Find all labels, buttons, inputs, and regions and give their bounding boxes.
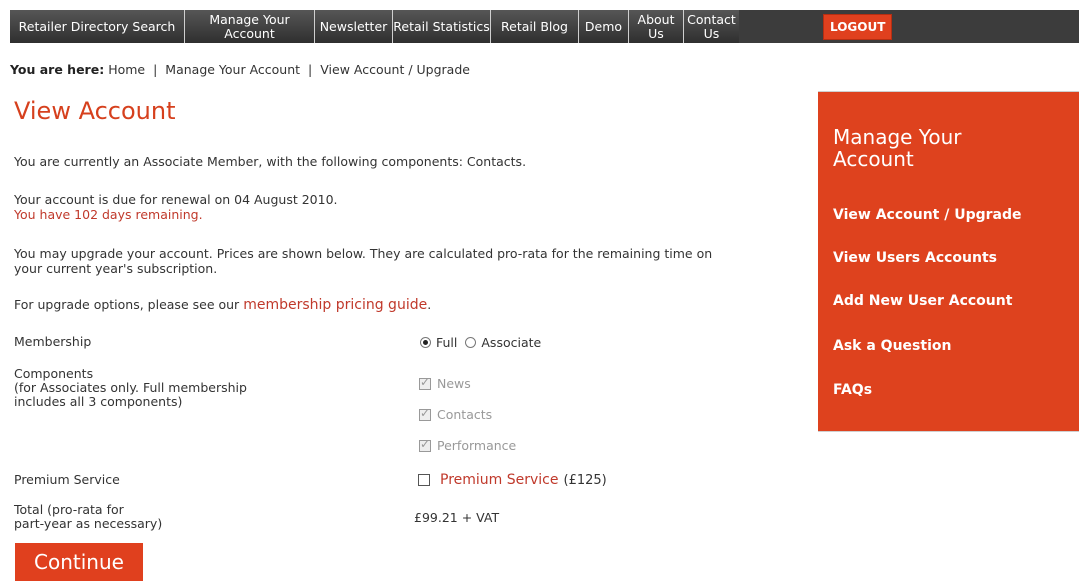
sidebar: Manage Your Account View Account / Upgra… [818, 91, 1079, 432]
component-contacts-checkbox[interactable] [419, 406, 431, 421]
breadcrumb-manage-account[interactable]: Manage Your Account [165, 62, 300, 77]
component-performance-label: Performance [437, 438, 517, 453]
membership-options: Full Associate [420, 335, 541, 350]
membership-associate-radio[interactable] [465, 337, 477, 348]
total-label-line2: part-year as necessary) [14, 516, 163, 531]
component-news: News [419, 375, 471, 391]
component-news-label: News [437, 376, 471, 391]
nav-newsletter[interactable]: Newsletter [315, 10, 393, 43]
membership-full-label: Full [436, 335, 458, 350]
continue-button[interactable]: Continue [15, 543, 143, 581]
nav-contact-us[interactable]: Contact Us [684, 10, 739, 43]
breadcrumb-prefix: You are here: [10, 62, 105, 77]
component-contacts-label: Contacts [437, 407, 493, 422]
membership-full-radio[interactable] [420, 337, 431, 348]
logout-button[interactable]: LOGOUT [823, 14, 893, 40]
component-performance-checkbox[interactable] [419, 437, 431, 452]
pricing-suffix: . [427, 297, 432, 312]
breadcrumb-home[interactable]: Home [108, 62, 145, 77]
component-contacts: Contacts [419, 406, 493, 422]
sidebar-link-faqs[interactable]: FAQs [833, 382, 872, 398]
nav-retailer-directory-search[interactable]: Retailer Directory Search [10, 10, 185, 43]
sidebar-title: Manage Your Account [833, 126, 1033, 170]
component-performance: Performance [419, 437, 517, 453]
total-value: £99.21 + VAT [414, 510, 500, 525]
sidebar-link-ask-question[interactable]: Ask a Question [833, 338, 951, 354]
sidebar-link-view-account[interactable]: View Account / Upgrade [833, 207, 1022, 223]
renewal-text: Your account is due for renewal on 04 Au… [14, 192, 338, 207]
premium-service-option: Premium Service (£125) [418, 472, 607, 488]
membership-pricing-guide-link[interactable]: membership pricing guide [243, 297, 427, 313]
upgrade-text-line1: You may upgrade your account. Prices are… [14, 246, 713, 261]
sidebar-link-add-new-user[interactable]: Add New User Account [833, 293, 1012, 309]
premium-service-price: (£125) [563, 472, 607, 488]
sidebar-title-line2: Account [833, 147, 914, 171]
top-nav: Retailer Directory Search Manage Your Ac… [10, 10, 817, 43]
breadcrumb-separator: | [153, 62, 158, 77]
components-note-line2: includes all 3 components) [14, 394, 183, 409]
pricing-guide-text: For upgrade options, please see our memb… [14, 297, 432, 313]
components-note-line1: (for Associates only. Full membership [14, 380, 247, 395]
component-news-checkbox[interactable] [419, 375, 431, 390]
membership-status-text: You are currently an Associate Member, w… [14, 154, 527, 169]
components-label: Components [14, 366, 94, 381]
nav-demo[interactable]: Demo [579, 10, 629, 43]
premium-service-label: Premium Service [14, 472, 120, 487]
logout-bar: LOGOUT [817, 10, 1079, 43]
breadcrumb-current: View Account / Upgrade [320, 62, 470, 77]
nav-retail-blog[interactable]: Retail Blog [491, 10, 579, 43]
breadcrumb: You are here: Home | Manage Your Account… [10, 62, 470, 77]
membership-associate-label: Associate [481, 335, 542, 350]
nav-about-us[interactable]: About Us [629, 10, 684, 43]
nav-manage-your-account[interactable]: Manage Your Account [185, 10, 315, 43]
days-remaining-text: You have 102 days remaining. [14, 207, 203, 222]
sidebar-title-line1: Manage Your [833, 125, 962, 149]
premium-service-checkbox[interactable] [418, 474, 430, 486]
page-title: View Account [14, 97, 176, 125]
nav-retail-statistics[interactable]: Retail Statistics [393, 10, 491, 43]
membership-label: Membership [14, 334, 92, 349]
sidebar-link-view-users-accounts[interactable]: View Users Accounts [833, 250, 997, 266]
premium-service-link[interactable]: Premium Service [440, 472, 559, 488]
total-label-line1: Total (pro-rata for [14, 502, 124, 517]
breadcrumb-separator: | [308, 62, 313, 77]
upgrade-text-line2: your current year's subscription. [14, 261, 218, 276]
pricing-prefix: For upgrade options, please see our [14, 297, 240, 312]
